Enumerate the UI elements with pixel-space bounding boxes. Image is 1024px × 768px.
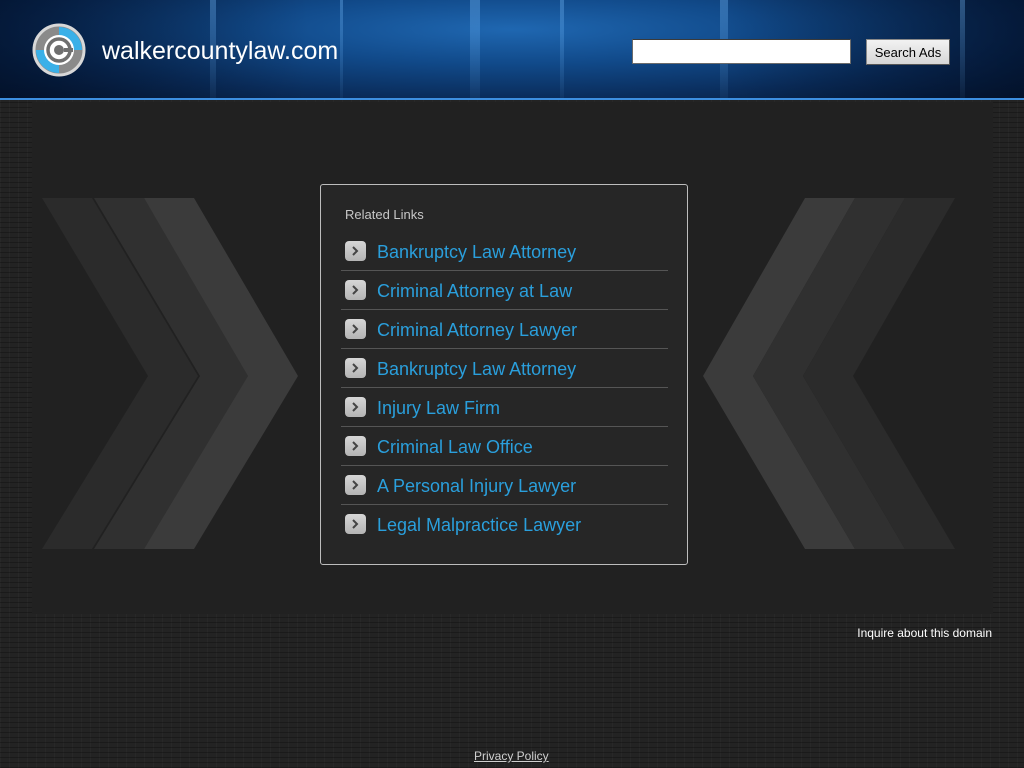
related-links-list: Bankruptcy Law Attorney Criminal Attorne… xyxy=(341,232,668,544)
inquire-domain-link[interactable]: Inquire about this domain xyxy=(857,626,992,640)
list-item[interactable]: Criminal Attorney at Law xyxy=(341,271,668,310)
chevron-right-icon[interactable] xyxy=(345,319,366,339)
related-link[interactable]: Bankruptcy Law Attorney xyxy=(377,241,576,263)
header-bar: walkercountylaw.com Search Ads xyxy=(0,0,1024,100)
related-link[interactable]: Criminal Attorney at Law xyxy=(377,280,572,302)
list-item[interactable]: A Personal Injury Lawyer xyxy=(341,466,668,505)
search-input[interactable] xyxy=(632,39,851,64)
list-item[interactable]: Legal Malpractice Lawyer xyxy=(341,505,668,544)
site-title: walkercountylaw.com xyxy=(102,37,339,65)
related-links-heading: Related Links xyxy=(345,207,424,222)
related-link[interactable]: A Personal Injury Lawyer xyxy=(377,475,576,497)
header-light-streak xyxy=(340,0,343,98)
related-link[interactable]: Criminal Law Office xyxy=(377,436,533,458)
header-light-streak xyxy=(960,0,965,98)
list-item[interactable]: Injury Law Firm xyxy=(341,388,668,427)
related-link[interactable]: Criminal Attorney Lawyer xyxy=(377,319,577,341)
related-link[interactable]: Legal Malpractice Lawyer xyxy=(377,514,581,536)
list-item[interactable]: Criminal Attorney Lawyer xyxy=(341,310,668,349)
related-links-box: Related Links Bankruptcy Law Attorney Cr… xyxy=(320,184,688,565)
chevron-right-icon[interactable] xyxy=(345,358,366,378)
circular-at-logo-icon[interactable] xyxy=(32,23,86,77)
chevron-right-icon[interactable] xyxy=(345,514,366,534)
search-ads-button[interactable]: Search Ads xyxy=(866,39,950,65)
chevron-right-icon[interactable] xyxy=(345,397,366,417)
privacy-policy-link[interactable]: Privacy Policy xyxy=(474,749,549,763)
list-item[interactable]: Bankruptcy Law Attorney xyxy=(341,232,668,271)
chevron-right-icon[interactable] xyxy=(345,280,366,300)
header-light-streak xyxy=(560,0,564,98)
chevron-right-icon[interactable] xyxy=(345,475,366,495)
chevron-right-icon[interactable] xyxy=(345,241,366,261)
list-item[interactable]: Bankruptcy Law Attorney xyxy=(341,349,668,388)
chevron-right-icon[interactable] xyxy=(345,436,366,456)
list-item[interactable]: Criminal Law Office xyxy=(341,427,668,466)
header-light-streak xyxy=(470,0,480,98)
related-link[interactable]: Bankruptcy Law Attorney xyxy=(377,358,576,380)
related-link[interactable]: Injury Law Firm xyxy=(377,397,500,419)
